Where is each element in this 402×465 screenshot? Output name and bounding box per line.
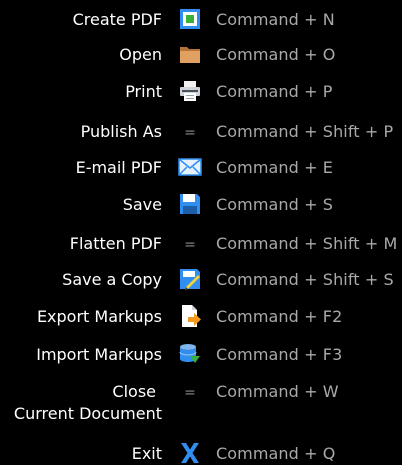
shortcut-import-markups: Command + F3 [216,345,343,364]
import-markups-icon [178,342,202,366]
shortcut-list: Create PDF Command + N Open Command + O … [0,0,402,465]
envelope-icon [178,155,202,179]
exit-icon [178,441,202,465]
shortcut-save-a-copy: Command + Shift + S [216,270,394,289]
shortcut-print: Command + P [216,82,333,101]
shortcut-save: Command + S [216,195,334,214]
label-print: Print [125,82,162,101]
label-exit: Exit [131,444,162,463]
printer-icon [178,79,202,103]
label-flatten-pdf: Flatten PDF [69,234,162,253]
label-create-pdf: Create PDF [72,10,162,29]
export-markups-icon [178,304,202,328]
save-copy-icon [178,267,202,291]
label-email-pdf: E-mail PDF [75,158,162,177]
equals-icon: = [184,237,196,253]
label-export-markups: Export Markups [36,307,162,326]
shortcut-email-pdf: Command + E [216,158,334,177]
shortcut-publish-as: Command + Shift + P [216,122,394,141]
floppy-disk-icon [178,192,202,216]
folder-icon [178,42,202,66]
label-open: Open [119,45,162,64]
label-current-document: Current Document [13,404,162,423]
label-save: Save [122,195,162,214]
shortcut-close: Command + W [216,382,339,401]
shortcut-export-markups: Command + F2 [216,307,343,326]
label-publish-as: Publish As [80,122,162,141]
shortcut-exit: Command + Q [216,444,336,463]
create-pdf-icon [178,7,202,31]
shortcut-flatten-pdf: Command + Shift + M [216,234,398,253]
shortcut-create-pdf: Command + N [216,10,335,29]
equals-icon: = [184,385,196,401]
equals-icon: = [184,125,196,141]
label-save-a-copy: Save a Copy [62,270,162,289]
label-import-markups: Import Markups [36,345,162,364]
shortcut-open: Command + O [216,45,336,64]
label-close: Close [112,382,156,401]
